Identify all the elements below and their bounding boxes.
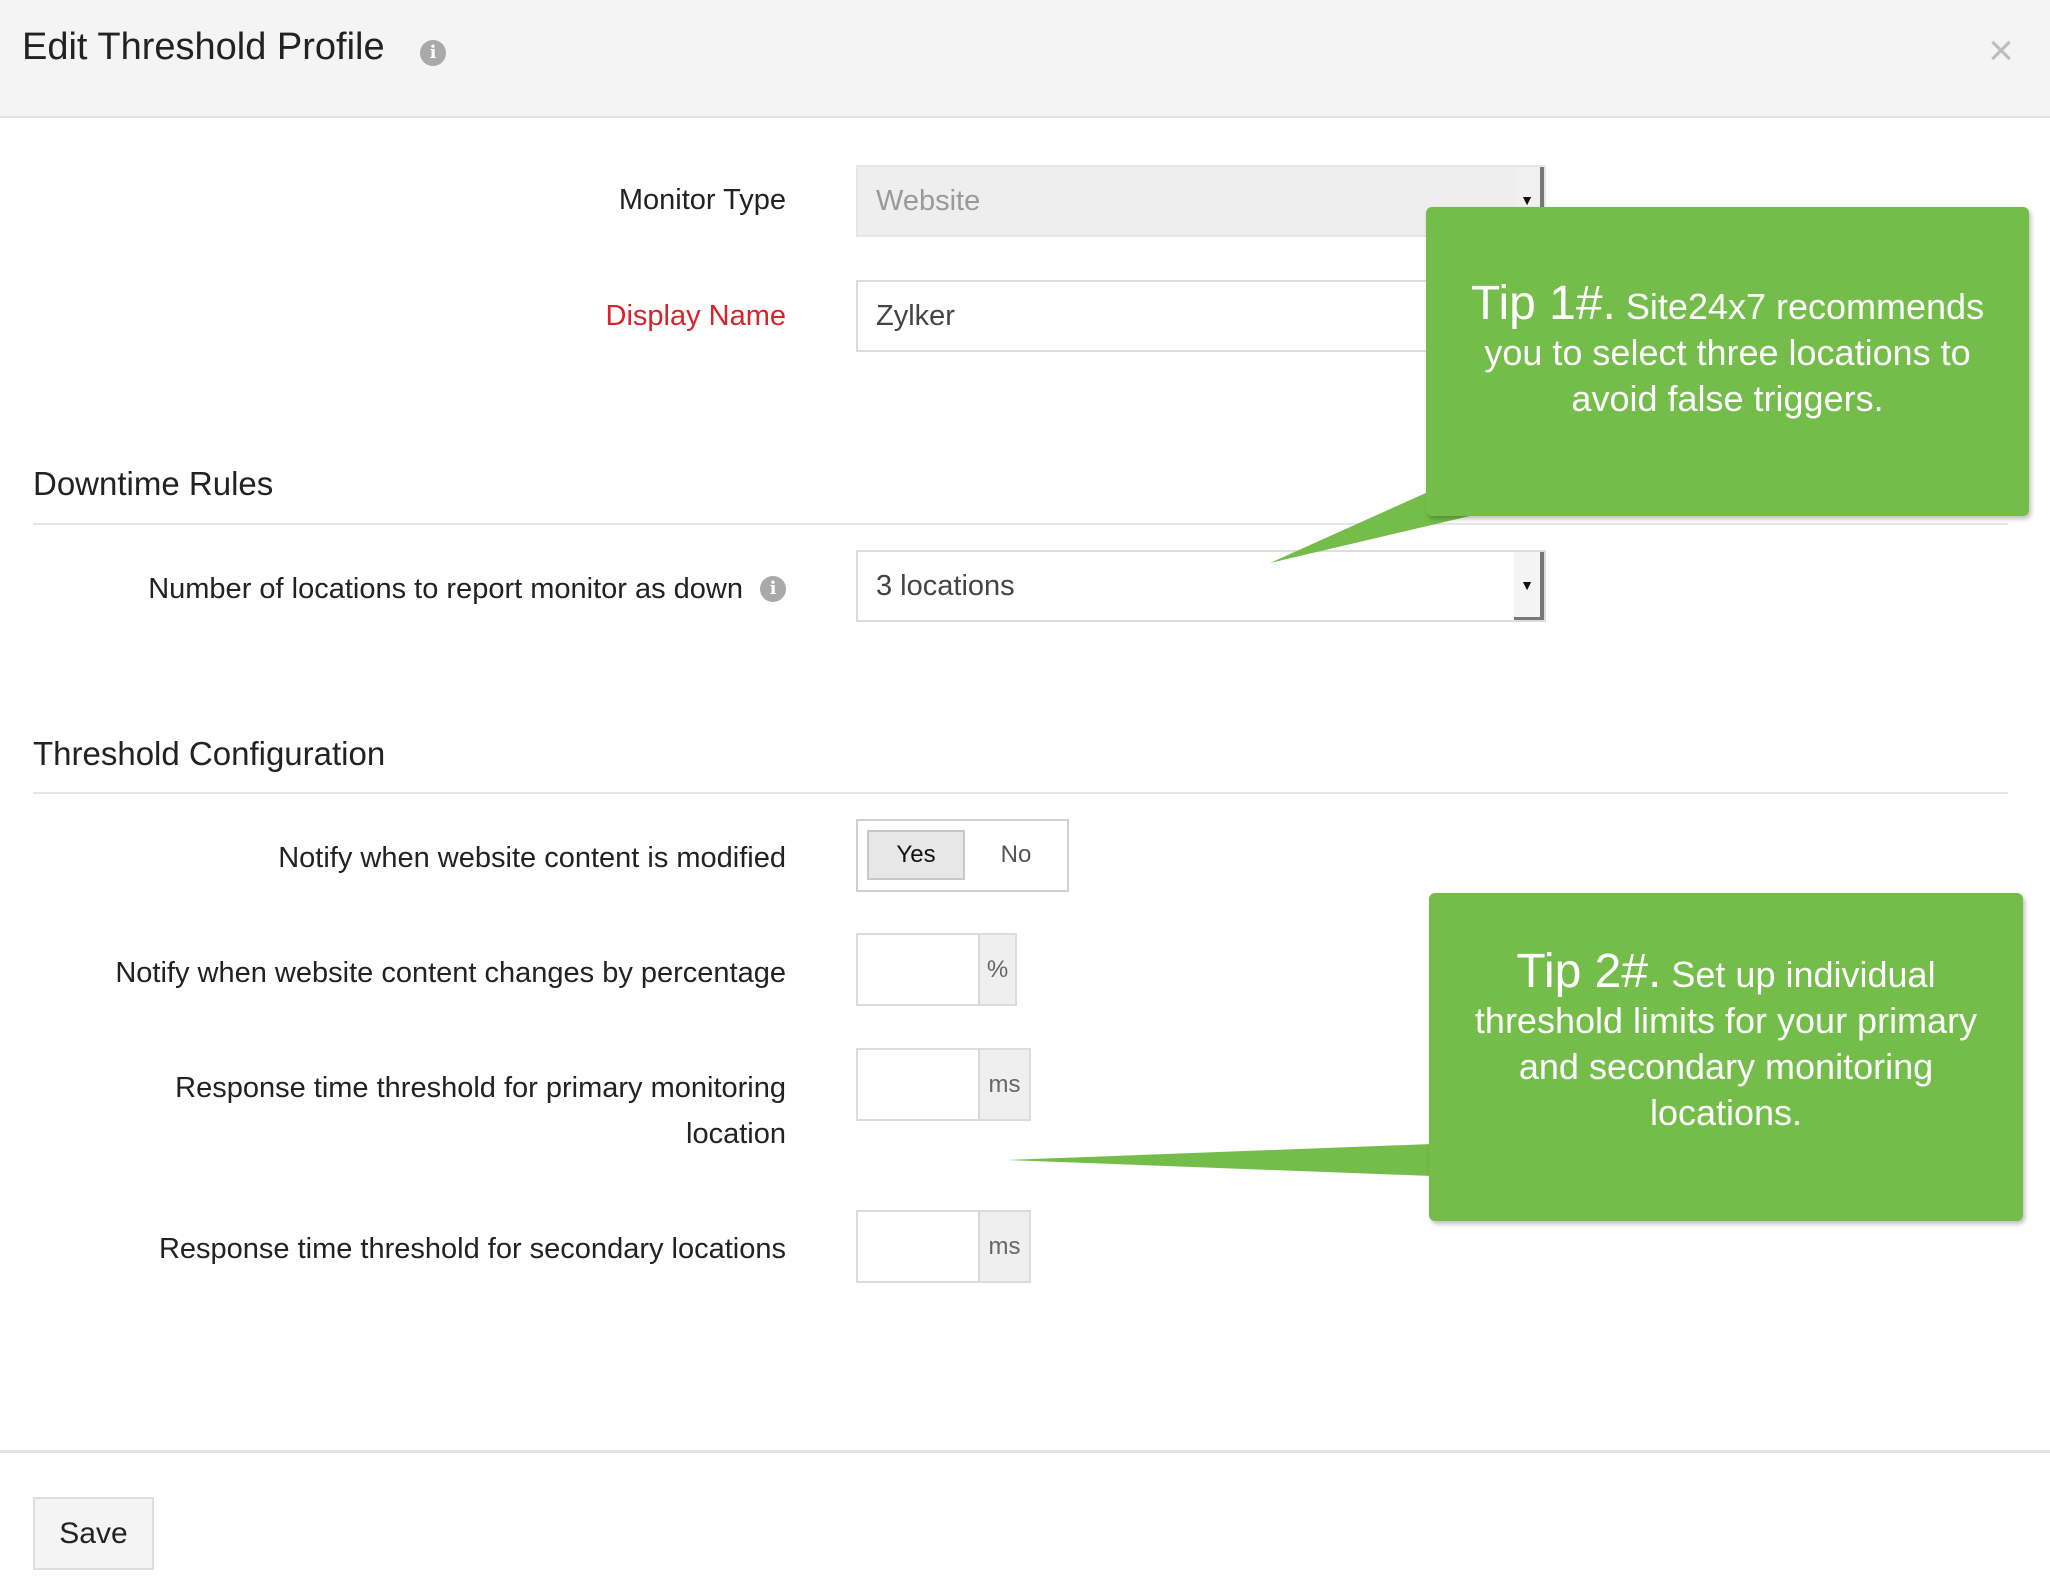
content-modified-toggle[interactable]: Yes No xyxy=(856,819,1069,892)
content-modified-label: Notify when website content is modified xyxy=(278,842,786,874)
chevron-down-icon: ▼ xyxy=(1514,552,1544,620)
tip-1-callout: Tip 1#. Site24x7 recommends you to selec… xyxy=(1426,207,2029,516)
content-percentage-field: % xyxy=(856,933,1017,1006)
dialog-title: Edit Threshold Profile xyxy=(22,26,385,68)
info-icon[interactable]: i xyxy=(760,576,786,602)
primary-response-input[interactable] xyxy=(858,1050,978,1119)
downtime-rules-heading: Downtime Rules xyxy=(33,465,274,502)
tip-2-callout: Tip 2#. Set up individual threshold limi… xyxy=(1429,893,2023,1221)
tip-2-tail xyxy=(1007,1144,1432,1176)
section-divider xyxy=(33,792,2008,794)
locations-label: Number of locations to report monitor as… xyxy=(148,573,743,605)
section-divider xyxy=(33,523,2008,525)
tip-1-body-first: Site24x7 recommends xyxy=(1625,286,1985,327)
info-icon[interactable]: i xyxy=(420,40,446,66)
content-percentage-input[interactable] xyxy=(858,935,978,1004)
ms-unit: ms xyxy=(978,1050,1029,1119)
save-button[interactable]: Save xyxy=(33,1497,154,1570)
display-name-label: Display Name xyxy=(605,300,787,332)
tip-2-body-first: Set up individual xyxy=(1671,953,1936,995)
primary-response-label-line2: location xyxy=(686,1118,786,1150)
toggle-yes-button[interactable]: Yes xyxy=(867,830,965,880)
percent-unit: % xyxy=(978,935,1015,1004)
locations-value: 3 locations xyxy=(876,569,1015,602)
secondary-response-label: Response time threshold for secondary lo… xyxy=(158,1233,786,1265)
toggle-no-button[interactable]: No xyxy=(972,830,1060,880)
tip-2-body-rest: threshold limits for your primary and se… xyxy=(1474,999,1978,1133)
monitor-type-label: Monitor Type xyxy=(618,184,786,216)
secondary-response-field: ms xyxy=(856,1210,1031,1283)
primary-response-field: ms xyxy=(856,1048,1031,1121)
secondary-response-input[interactable] xyxy=(858,1212,978,1281)
tip-1-heading: Tip 1#. xyxy=(1470,277,1616,330)
tip-2-heading: Tip 2#. xyxy=(1516,944,1662,998)
primary-response-label-line1: Response time threshold for primary moni… xyxy=(175,1072,786,1104)
footer-divider xyxy=(0,1450,2050,1453)
locations-select[interactable]: 3 locations ▼ xyxy=(856,550,1546,622)
ms-unit: ms xyxy=(978,1212,1029,1281)
monitor-type-value: Website xyxy=(876,184,981,217)
threshold-config-heading: Threshold Configuration xyxy=(33,735,386,772)
content-percentage-label: Notify when website content changes by p… xyxy=(115,957,786,989)
display-name-value: Zylker xyxy=(876,299,955,332)
close-icon[interactable]: × xyxy=(1980,29,2022,73)
tip-1-body-rest: you to select three locations to avoid f… xyxy=(1484,332,1971,419)
